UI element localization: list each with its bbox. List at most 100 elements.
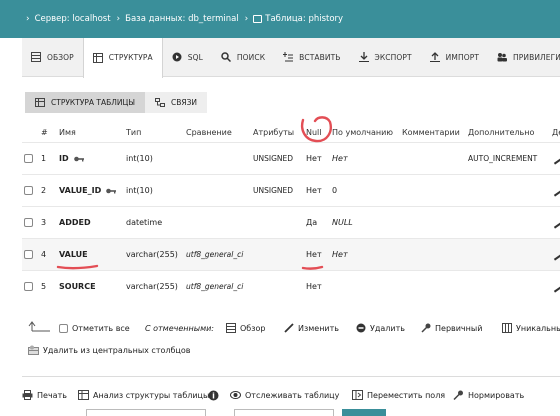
header-null[interactable]: Null (306, 122, 322, 142)
tab-browse[interactable]: ОБЗОР (22, 38, 83, 77)
column-name: VALUE_ID (59, 186, 102, 195)
check-all-label: Отметить все (72, 323, 130, 333)
divider (22, 376, 560, 377)
header-action: Де (552, 127, 560, 137)
analyze-structure-button[interactable]: Анализ структуры таблицы (78, 387, 209, 403)
row-checkbox[interactable] (24, 207, 33, 238)
subtab-table-structure[interactable]: СТРУКТУРА ТАБЛИЦЫ (25, 92, 145, 113)
row-checkbox[interactable] (24, 271, 33, 302)
tab-label: ОБЗОР (47, 52, 74, 62)
row-num: 4 (41, 250, 47, 259)
edit-icon[interactable] (550, 271, 560, 302)
tab-privileges[interactable]: ПРИВИЛЕГИИ (488, 38, 560, 77)
header-num[interactable]: # (41, 122, 48, 142)
breadcrumb-database[interactable]: База данных: db_terminal (125, 14, 239, 24)
row-default: Нет (332, 250, 348, 259)
table-row: 4 VALUE varchar(255) utf8_general_ci Нет… (22, 238, 560, 270)
structure-table: # Имя Тип Сравнение Атрибуты Null По умо… (22, 122, 560, 302)
print-button[interactable]: Печать (22, 387, 67, 403)
breadcrumb-table[interactable]: Таблица: phistory (265, 14, 343, 24)
unique-label: Уникальны (516, 323, 560, 333)
row-name[interactable]: VALUE_ID (59, 175, 117, 206)
column-count-input[interactable] (86, 409, 206, 416)
tab-label: СТРУКТУРА (108, 53, 153, 62)
tab-search[interactable]: ПОИСК (212, 38, 274, 77)
row-null: Да (306, 218, 318, 227)
svg-text:i: i (212, 391, 215, 400)
check-all-checkbox[interactable] (59, 323, 68, 333)
header-extra[interactable]: Дополнительно (468, 122, 534, 142)
row-num: 5 (41, 282, 47, 291)
edit-icon[interactable] (550, 175, 560, 206)
key-icon (106, 187, 117, 195)
edit-icon[interactable] (550, 143, 560, 174)
remove-from-central-columns-button[interactable]: Удалить из центральных столбцов (28, 343, 190, 357)
header-comments[interactable]: Комментарии (402, 122, 460, 142)
row-num: 1 (41, 154, 47, 163)
tab-import[interactable]: ИМПОРТ (421, 38, 488, 77)
breadcrumb-server[interactable]: Сервер: localhost (35, 14, 111, 24)
row-name[interactable]: ID (59, 143, 84, 174)
browse-icon (226, 323, 236, 333)
key-icon (73, 155, 84, 163)
normalize-label: Нормировать (468, 390, 525, 400)
help-icon[interactable]: i (208, 387, 219, 403)
primary-button[interactable]: Первичный (421, 320, 482, 336)
normalize-button[interactable]: Нормировать (453, 387, 524, 403)
tab-sql[interactable]: SQL (163, 38, 212, 77)
breadcrumb-arrow: › (26, 14, 30, 24)
track-label: Отслеживать таблицу (245, 390, 340, 400)
move-columns-button[interactable]: Переместить поля (352, 387, 445, 403)
row-name[interactable]: VALUE (59, 239, 88, 270)
tab-insert[interactable]: ВСТАВИТЬ (274, 38, 349, 77)
row-checkbox[interactable] (24, 239, 33, 270)
browse-button[interactable]: Обзор (226, 320, 265, 336)
tab-export[interactable]: ЭКСПОРТ (350, 38, 421, 77)
subtab-relations[interactable]: СВЯЗИ (144, 92, 207, 113)
with-selected-label: С отмеченными: (145, 323, 214, 333)
subtab-label: СВЯЗИ (170, 98, 197, 107)
edit-icon[interactable] (550, 239, 560, 270)
change-button[interactable]: Изменить (284, 320, 339, 336)
edit-icon[interactable] (550, 207, 560, 238)
row-extra: AUTO_INCREMENT (468, 154, 538, 163)
header-type[interactable]: Тип (126, 122, 141, 142)
unique-button[interactable]: Уникальны (502, 320, 560, 336)
central-columns-label: Удалить из центральных столбцов (43, 345, 191, 355)
row-default: 0 (332, 186, 338, 195)
row-checkbox[interactable] (24, 175, 33, 206)
central-columns-icon (28, 345, 39, 355)
row-type: varchar(255) (126, 250, 178, 259)
header-collation[interactable]: Сравнение (186, 122, 232, 142)
check-all[interactable]: Отметить все (59, 320, 130, 336)
column-name: ID (59, 154, 69, 163)
sql-icon (172, 52, 182, 62)
pencil-icon (284, 323, 294, 333)
tab-label: ВСТАВИТЬ (299, 52, 341, 62)
drop-button[interactable]: Удалить (356, 320, 405, 336)
column-name: VALUE (59, 250, 88, 259)
drop-icon (356, 323, 366, 333)
tab-label: SQL (187, 52, 203, 62)
row-type: int(10) (126, 154, 153, 163)
row-type: varchar(255) (126, 282, 178, 291)
row-name[interactable]: SOURCE (59, 271, 96, 302)
row-null: Нет (306, 186, 322, 195)
position-select[interactable] (234, 409, 334, 416)
add-column-controls (22, 407, 560, 416)
row-checkbox[interactable] (24, 143, 33, 174)
row-null: Нет (306, 250, 322, 259)
header-default[interactable]: По умолчанию (332, 122, 393, 142)
breadcrumb-arrow: › (244, 14, 249, 24)
row-name[interactable]: ADDED (59, 207, 91, 238)
track-table-button[interactable]: Отслеживать таблицу (230, 387, 339, 403)
header-attributes[interactable]: Атрибуты (253, 122, 294, 142)
structure-icon (35, 98, 45, 107)
change-label: Изменить (298, 323, 339, 333)
row-default: Нет (332, 154, 348, 163)
go-button[interactable] (342, 409, 386, 416)
row-attributes: UNSIGNED (253, 154, 294, 163)
header-name[interactable]: Имя (59, 122, 76, 142)
tab-structure[interactable]: СТРУКТУРА (82, 37, 163, 78)
breadcrumb: › Сервер: localhost › База данных: db_te… (0, 0, 560, 38)
